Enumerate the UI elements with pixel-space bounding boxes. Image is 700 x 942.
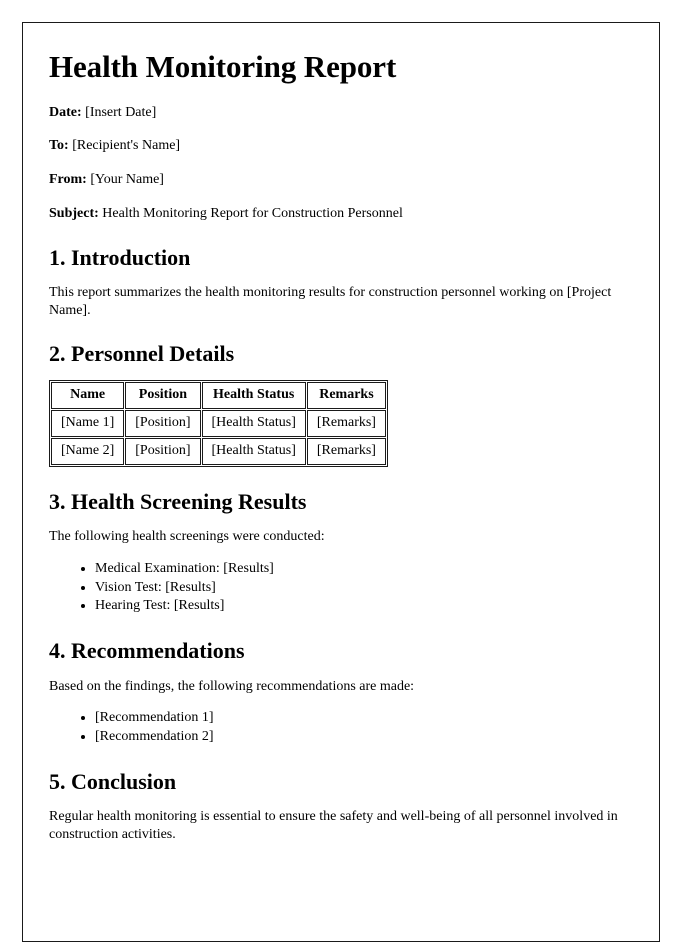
table-column-header-name: Name	[51, 382, 125, 410]
meta-line-from: From: [Your Name]	[49, 172, 633, 189]
section-heading-recommendations: 4. Recommendations	[49, 638, 245, 664]
meta-label-to: To:	[49, 138, 69, 154]
section-paragraph-introduction: This report summarizes the health monito…	[49, 285, 612, 318]
section-paragraph-conclusion: Regular health monitoring is essential t…	[49, 809, 618, 842]
section-conclusion: 5. Conclusion Regular health monitoring …	[49, 769, 633, 843]
list-item: Medical Examination: [Results]	[95, 560, 633, 579]
table-column-header-remarks: Remarks	[306, 382, 386, 410]
document-page: Health Monitoring Report Date: [Insert D…	[22, 22, 660, 942]
meta-value-from: [Your Name]	[90, 172, 164, 188]
section-health-screening-results: 3. Health Screening Results The followin…	[49, 489, 633, 616]
personnel-table-body: [Name 1] [Position] [Health Status] [Rem…	[51, 410, 386, 465]
section-heading-conclusion: 5. Conclusion	[49, 768, 177, 794]
meta-label-from: From:	[49, 172, 87, 188]
section-heading-health-screening-results: 3. Health Screening Results	[49, 488, 307, 514]
personnel-table-head: Name Position Health Status Remarks	[51, 382, 386, 410]
list-item: [Recommendation 2]	[95, 728, 633, 747]
table-column-header-health-status: Health Status	[201, 382, 306, 410]
page-title: Health Monitoring Report	[49, 49, 397, 84]
document-metadata: Date: [Insert Date] To: [Recipient's Nam…	[49, 105, 633, 223]
meta-line-date: Date: [Insert Date]	[49, 105, 633, 122]
table-row: [Name 1] [Position] [Health Status] [Rem…	[51, 410, 386, 438]
meta-line-subject: Subject: Health Monitoring Report for Co…	[49, 206, 633, 223]
section-introduction: 1. Introduction This report summarizes t…	[49, 245, 633, 319]
section-heading-personnel-details: 2. Personnel Details	[49, 341, 235, 367]
section-recommendations: 4. Recommendations Based on the findings…	[49, 638, 633, 747]
section-personnel-details: 2. Personnel Details Name Position Healt…	[49, 341, 633, 467]
meta-label-date: Date:	[49, 104, 82, 120]
screening-list: Medical Examination: [Results] Vision Te…	[49, 560, 633, 617]
table-cell-name: [Name 1]	[51, 410, 125, 438]
document-body: Health Monitoring Report Date: [Insert D…	[23, 23, 659, 843]
list-item: [Recommendation 1]	[95, 709, 633, 728]
section-paragraph-recommendations: Based on the findings, the following rec…	[49, 678, 415, 694]
table-cell-position: [Position]	[125, 410, 201, 438]
meta-value-subject: Health Monitoring Report for Constructio…	[102, 206, 403, 222]
table-header-row: Name Position Health Status Remarks	[51, 382, 386, 410]
table-cell-health-status: [Health Status]	[201, 410, 306, 438]
table-column-header-position: Position	[125, 382, 201, 410]
table-cell-health-status: [Health Status]	[201, 438, 306, 465]
list-item: Hearing Test: [Results]	[95, 597, 633, 616]
table-cell-position: [Position]	[125, 438, 201, 465]
list-item: Vision Test: [Results]	[95, 579, 633, 598]
meta-value-date: [Insert Date]	[85, 104, 157, 120]
table-cell-name: [Name 2]	[51, 438, 125, 465]
meta-line-to: To: [Recipient's Name]	[49, 138, 633, 155]
table-cell-remarks: [Remarks]	[306, 438, 386, 465]
table-row: [Name 2] [Position] [Health Status] [Rem…	[51, 438, 386, 465]
section-heading-introduction: 1. Introduction	[49, 244, 191, 270]
recommendations-list: [Recommendation 1] [Recommendation 2]	[49, 709, 633, 747]
personnel-table: Name Position Health Status Remarks [Nam…	[49, 380, 388, 467]
table-cell-remarks: [Remarks]	[306, 410, 386, 438]
meta-label-subject: Subject:	[49, 206, 99, 222]
meta-value-to: [Recipient's Name]	[72, 138, 181, 154]
section-paragraph-health-screening-results: The following health screenings were con…	[49, 529, 325, 545]
